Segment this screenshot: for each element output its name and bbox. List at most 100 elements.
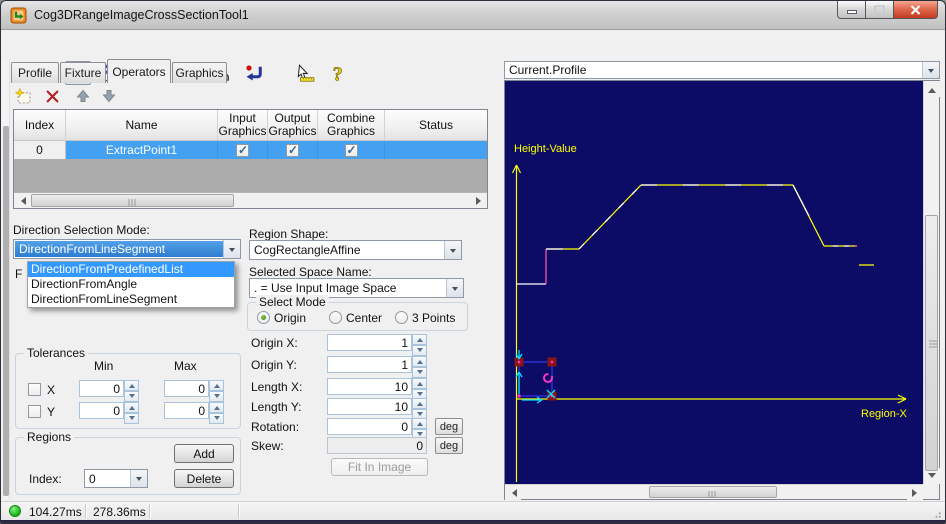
radio-3points[interactable] [395, 311, 408, 324]
tab-graphics[interactable]: Graphics [172, 62, 227, 83]
direction-mode-label: Direction Selection Mode: [13, 223, 150, 237]
left-scrollbar-thumb[interactable] [2, 126, 9, 496]
maximize-button[interactable] [865, 1, 894, 19]
direction-mode-dropdown: DirectionFromPredefinedList DirectionFro… [27, 261, 235, 308]
display-hscroll-left[interactable] [505, 485, 521, 500]
origin-x-field[interactable]: 1 [327, 334, 412, 351]
min-header: Min [94, 359, 114, 373]
region-shape-combo[interactable]: CogRectangleAffine [249, 240, 462, 260]
tolerance-y-checkbox[interactable] [28, 405, 41, 418]
length-y-spinner[interactable] [412, 398, 427, 420]
minimize-button[interactable] [837, 1, 866, 19]
display-hscroll-thumb[interactable] [649, 486, 777, 498]
display-hscroll-right[interactable] [907, 485, 923, 500]
move-up-icon[interactable] [75, 88, 91, 104]
tolerance-x-min-field[interactable]: 0 [79, 380, 124, 397]
length-x-field[interactable]: 10 [327, 378, 412, 395]
combo-arrow-icon[interactable] [130, 470, 147, 487]
svg-text:Height-Value: Height-Value [514, 143, 577, 155]
combo-arrow-icon[interactable] [922, 62, 939, 78]
resize-grip[interactable] [932, 509, 942, 519]
status-time-1: 104.27ms [29, 505, 82, 519]
table-hscrollbar[interactable] [14, 192, 487, 208]
table-row[interactable]: 0 ExtractPoint1 [14, 141, 487, 159]
tolerance-x-max-field[interactable]: 0 [164, 380, 209, 397]
fit-in-image-button[interactable]: Fit In Image [331, 458, 428, 476]
input-graphics-checkbox[interactable] [236, 143, 249, 157]
delete-button[interactable]: Delete [174, 469, 234, 488]
tolerance-y-max-field[interactable]: 0 [164, 402, 209, 419]
region-index-combo[interactable]: 0 [84, 469, 148, 488]
dropdown-option[interactable]: DirectionFromPredefinedList [28, 262, 234, 277]
reset-icon[interactable] [244, 63, 264, 83]
rotation-spinner[interactable] [412, 418, 427, 440]
table-hscroll-thumb[interactable] [31, 194, 234, 207]
radio-origin[interactable] [257, 311, 270, 324]
origin-y-spinner[interactable] [412, 356, 427, 378]
dropdown-option[interactable]: DirectionFromAngle [28, 277, 234, 292]
radio-center[interactable] [329, 311, 342, 324]
add-button[interactable]: Add [174, 444, 234, 463]
combo-arrow-icon[interactable] [444, 241, 461, 259]
maximize-icon [874, 4, 885, 15]
delete-operator-icon[interactable] [45, 89, 60, 104]
col-index[interactable]: Index [14, 110, 66, 141]
svg-text:?: ? [333, 64, 343, 84]
table-hscroll-right[interactable] [471, 193, 487, 208]
left-scrollbar[interactable] [2, 59, 10, 499]
titlebar[interactable]: Cog3DRangeImageCrossSectionTool1 [1, 1, 945, 30]
combine-graphics-checkbox[interactable] [344, 143, 358, 157]
tab-fixture[interactable]: Fixture [60, 62, 106, 83]
col-status[interactable]: Status [385, 110, 487, 141]
table-hscroll-left[interactable] [14, 193, 30, 208]
tolerances-title: Tolerances [24, 346, 89, 360]
origin-x-spinner[interactable] [412, 334, 427, 356]
skew-field: 0 [327, 437, 427, 454]
profile-canvas[interactable]: Height-Value Region-X [505, 81, 923, 484]
tolerance-y-min-field[interactable]: 0 [79, 402, 124, 419]
display-vscroll-up[interactable] [924, 81, 940, 97]
tolerance-x-min-spinner[interactable] [124, 380, 139, 402]
display-vscroll-thumb[interactable] [925, 215, 938, 471]
tolerance-y-min-spinner[interactable] [124, 402, 139, 424]
status-ok-icon [9, 505, 21, 517]
select-mode-title: Select Mode [256, 295, 329, 309]
tab-profile[interactable]: Profile [11, 62, 59, 83]
move-down-icon[interactable] [101, 88, 117, 104]
tab-operators[interactable]: Operators [107, 59, 171, 83]
rotation-deg-button[interactable]: deg [435, 418, 463, 435]
main-toolbar: ? [1, 30, 945, 85]
window-title: Cog3DRangeImageCrossSectionTool1 [34, 8, 249, 22]
origin-y-field[interactable]: 1 [327, 356, 412, 373]
operator-table-header: Index Name Input Graphics Output Graphic… [14, 110, 487, 141]
col-combine-graphics[interactable]: Combine Graphics [318, 110, 385, 141]
col-input-graphics[interactable]: Input Graphics [218, 110, 268, 141]
col-name[interactable]: Name [66, 110, 218, 141]
close-button[interactable] [893, 1, 938, 19]
dropdown-option[interactable]: DirectionFromLineSegment [28, 292, 234, 307]
tolerance-y-label: Y [47, 405, 56, 419]
output-graphics-checkbox[interactable] [286, 143, 299, 157]
length-y-field[interactable]: 10 [327, 398, 412, 415]
display-selector-combo[interactable]: Current.Profile [504, 61, 940, 79]
profile-display: Height-Value Region-X [504, 80, 940, 500]
combo-arrow-icon[interactable] [223, 240, 240, 258]
col-output-graphics[interactable]: Output Graphics [268, 110, 318, 141]
operator-table: Index Name Input Graphics Output Graphic… [13, 109, 488, 209]
rotation-field[interactable]: 0 [327, 418, 412, 435]
length-x-spinner[interactable] [412, 378, 427, 400]
status-bar: 104.27ms 278.36ms [1, 501, 945, 520]
direction-mode-combo[interactable]: DirectionFromLineSegment [13, 239, 241, 259]
electrode-position-icon[interactable] [295, 63, 315, 83]
tolerance-x-max-spinner[interactable] [209, 380, 224, 402]
add-operator-icon[interactable] [15, 88, 32, 105]
tolerance-x-checkbox[interactable] [28, 383, 41, 396]
profile-plot: Height-Value Region-X [511, 143, 908, 482]
tolerance-y-max-spinner[interactable] [209, 402, 224, 424]
display-hscrollbar[interactable] [505, 484, 923, 500]
display-vscrollbar[interactable] [923, 81, 940, 484]
help-icon[interactable]: ? [329, 63, 349, 83]
max-header: Max [174, 359, 197, 373]
combo-arrow-icon[interactable] [446, 279, 463, 297]
skew-deg-button[interactable]: deg [435, 437, 463, 454]
